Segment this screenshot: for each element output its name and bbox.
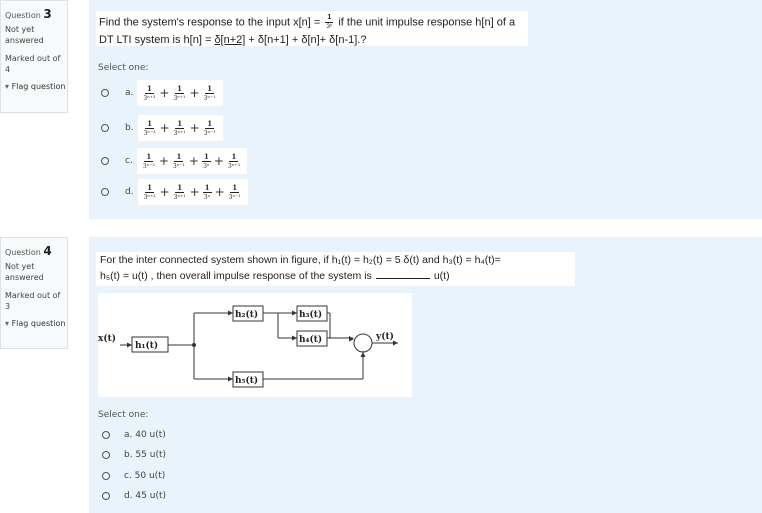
radio-option-c[interactable]	[102, 472, 110, 480]
option-a[interactable]: a. 1 3ⁿ⁺³ + 1 3ⁿ⁺¹ + 1 3ⁿ⁻¹	[101, 80, 223, 106]
option-d[interactable]: d. 1 3ⁿ⁺² + 1 3ⁿ⁺¹ + 1 3ⁿ + 1 3ⁿ⁻¹	[101, 179, 248, 205]
option-b-formula: 1 3ⁿ⁻³ + 1 3ⁿ⁺¹ + 1 3ⁿ⁻¹	[137, 115, 223, 141]
label-h5: h₅(t)	[235, 375, 258, 386]
option-d[interactable]: d. 45 u(t)	[102, 491, 166, 501]
question-3-status: Not yet answered	[5, 25, 44, 45]
option-a[interactable]: a. 40 u(t)	[102, 430, 166, 440]
option-c-formula: 1 3ⁿ⁻² + 1 3ⁿ⁻¹ + 1 3ⁿ + 1 3ⁿ⁺³	[136, 148, 247, 174]
radio-option-b[interactable]	[102, 451, 110, 459]
label-h2: h₂(t)	[235, 309, 258, 320]
system-block-diagram: x(t) h₁(t) h₂(t) h₃(t) h₄(t) h₅(t) y(t)	[98, 293, 412, 397]
option-c[interactable]: c. 1 3ⁿ⁻² + 1 3ⁿ⁻¹ + 1 3ⁿ + 1 3ⁿ⁺³	[101, 148, 247, 174]
label-h1: h₁(t)	[135, 340, 158, 351]
flag-question-4[interactable]: ▾ Flag question	[5, 319, 67, 330]
option-c[interactable]: c. 50 u(t)	[102, 471, 165, 481]
input-fraction: 1 3ⁿ	[325, 14, 334, 30]
option-d-formula: 1 3ⁿ⁺² + 1 3ⁿ⁺¹ + 1 3ⁿ + 1 3ⁿ⁻¹	[137, 179, 248, 205]
question-4-content: For the inter connected system shown in …	[89, 237, 762, 513]
radio-option-b[interactable]	[101, 124, 109, 132]
question-4-marks: Marked out of 3	[5, 290, 61, 311]
radio-option-c[interactable]	[101, 157, 109, 165]
question-4-text: For the inter connected system shown in …	[96, 252, 575, 286]
answer-blank	[375, 277, 430, 279]
label-h4: h₄(t)	[299, 334, 322, 345]
label-h3: h₃(t)	[299, 309, 322, 320]
flag-icon: ▾	[5, 82, 10, 92]
option-a-formula: 1 3ⁿ⁺³ + 1 3ⁿ⁺¹ + 1 3ⁿ⁻¹	[137, 80, 223, 106]
radio-option-d[interactable]	[101, 188, 109, 196]
summing-junction	[353, 333, 373, 353]
radio-option-a[interactable]	[102, 431, 110, 439]
question-4-info: Question 4 Not yet answered Marked out o…	[0, 237, 68, 349]
flag-question-3[interactable]: ▾ Flag question	[5, 82, 67, 93]
flag-icon: ▾	[5, 319, 10, 329]
question-3-marks: Marked out of 4	[5, 53, 61, 74]
option-b[interactable]: b. 55 u(t)	[102, 450, 166, 460]
select-one-label: Select one:	[98, 63, 149, 73]
question-4-status: Not yet answered	[5, 262, 44, 282]
question-3-number: Question 3	[5, 7, 52, 21]
question-3-text: Find the system's response to the input …	[96, 11, 528, 46]
label-output: y(t)	[375, 331, 394, 342]
label-input: x(t)	[98, 333, 116, 344]
radio-option-d[interactable]	[102, 492, 110, 500]
question-3-info: Question 3 Not yet answered Marked out o…	[0, 0, 68, 113]
question-3-content: Find the system's response to the input …	[89, 0, 762, 219]
radio-option-a[interactable]	[101, 89, 109, 97]
question-4-number: Question 4	[5, 244, 52, 258]
select-one-label: Select one:	[98, 410, 149, 420]
option-b[interactable]: b. 1 3ⁿ⁻³ + 1 3ⁿ⁺¹ + 1 3ⁿ⁻¹	[101, 115, 223, 141]
